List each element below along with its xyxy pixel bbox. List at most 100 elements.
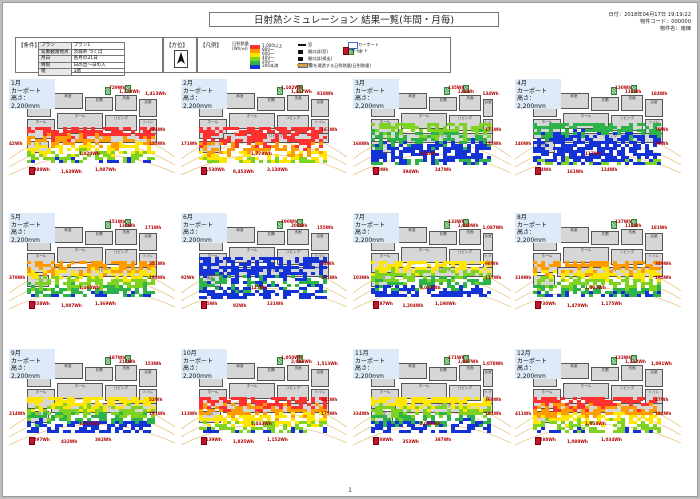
heat-value-label: 368Wh xyxy=(485,397,502,402)
condition-key: 階 xyxy=(38,68,72,76)
month-label: 12月 xyxy=(517,350,531,357)
heat-cell xyxy=(135,157,139,160)
heat-cell xyxy=(323,296,327,299)
month-panel: 洋室和室玄関洗面浴室ホールホールリビングトイレ納戸リビング11月カーポート高さ：… xyxy=(353,349,511,454)
month-carport: カーポート xyxy=(11,357,42,365)
heat-map xyxy=(371,123,493,165)
heat-value-label: 432Wh xyxy=(61,439,78,444)
heat-cell xyxy=(657,267,661,270)
month-label-box: 12月 カーポート 高さ：2,200mm xyxy=(515,349,561,380)
heat-cell xyxy=(51,160,55,163)
month-height: 高さ：2,200mm xyxy=(11,229,40,244)
heat-cell xyxy=(537,162,541,165)
heat-cell xyxy=(471,261,475,264)
heat-value-label: 1,034Wh xyxy=(601,437,622,442)
heat-value-label: 1,033Wh xyxy=(79,421,100,426)
heat-cell xyxy=(115,430,119,433)
heat-cell xyxy=(471,273,475,276)
room: 和室 xyxy=(397,227,427,243)
conditions-box: 【条件】 プラン プラン1 気象観測地点 茨城県 つくば 月日 各月の21日 時刻 日の出〜日… xyxy=(15,37,163,76)
heat-cell xyxy=(415,412,419,415)
room: 洗面 xyxy=(621,229,643,245)
heat-cell xyxy=(483,294,487,297)
month-carport: カーポート xyxy=(183,87,214,95)
heat-cell xyxy=(275,293,279,296)
heat-cell xyxy=(541,279,545,282)
heat-value-label: 165Wh xyxy=(655,275,672,280)
heat-cell xyxy=(613,406,617,409)
room: 玄関 xyxy=(257,367,285,381)
heat-cell xyxy=(151,151,155,154)
heat-value-label: 117Wh xyxy=(585,151,602,156)
heat-value-label: 1,087Wh xyxy=(482,225,504,230)
month-height: 高さ：2,200mm xyxy=(183,95,212,110)
heat-cell xyxy=(431,430,435,433)
heat-value-label: 130Wh xyxy=(615,85,632,90)
month-height: 高さ：2,200mm xyxy=(355,95,384,110)
heat-cell xyxy=(91,430,95,433)
heat-cell xyxy=(139,154,143,157)
room: 洗面 xyxy=(621,95,643,111)
heat-value-label: 214Wh xyxy=(9,411,26,416)
heat-value-label: 52Wh xyxy=(149,397,163,402)
room: 和室 xyxy=(225,227,255,243)
heat-cell xyxy=(637,294,641,297)
room: 浴室 xyxy=(311,99,329,117)
point-marker-icon xyxy=(29,301,35,309)
heat-cell xyxy=(235,145,239,148)
heat-cell xyxy=(589,147,593,150)
heat-value-label: 3,130Wh xyxy=(267,167,288,172)
room: 玄関 xyxy=(257,231,285,245)
room: 浴室 xyxy=(645,99,663,117)
heat-cell xyxy=(387,430,391,433)
room: 和室 xyxy=(559,363,589,379)
heat-cell xyxy=(103,294,107,297)
month-carport: カーポート xyxy=(11,221,42,229)
heat-cell xyxy=(43,139,47,142)
heat-value-label: 1,033Wh xyxy=(419,285,441,290)
heat-cell xyxy=(443,270,447,273)
heat-cell xyxy=(657,294,661,297)
color-scale xyxy=(250,45,260,69)
room: 洗面 xyxy=(115,229,137,245)
month-carport: カーポート xyxy=(183,221,214,229)
heat-cell xyxy=(123,151,127,154)
heat-value-label: 184Wh xyxy=(651,91,668,96)
heat-cell xyxy=(561,397,565,400)
heat-cell xyxy=(423,159,427,162)
heat-map xyxy=(27,397,157,435)
heat-cell xyxy=(379,162,383,165)
compass-label: 【方位】 xyxy=(166,43,189,49)
heat-cell xyxy=(103,273,107,276)
heat-value-label: 382Wh xyxy=(95,437,112,442)
month-carport: カーポート xyxy=(11,87,42,95)
heat-value-label: 171Wh xyxy=(448,355,465,360)
month-carport: カーポート xyxy=(355,87,386,95)
heat-value-label: 103Wh xyxy=(353,275,370,280)
month-label-box: 11月 カーポート 高さ：2,200mm xyxy=(353,349,399,380)
heat-cell xyxy=(557,430,561,433)
heat-cell xyxy=(447,150,451,153)
heat-cell xyxy=(487,291,491,294)
heat-cell xyxy=(151,421,155,424)
heat-cell xyxy=(459,421,463,424)
month-carport: カーポート xyxy=(517,357,548,365)
heat-value-label: 171Wh xyxy=(181,141,198,146)
room: 洗面 xyxy=(115,365,137,381)
month-height: 高さ：2,200mm xyxy=(183,365,212,380)
heat-cell xyxy=(127,133,131,136)
heat-cell xyxy=(223,142,227,145)
heat-cell xyxy=(283,415,287,418)
point-marker-icon xyxy=(29,437,35,445)
heat-cell xyxy=(55,430,59,433)
point-marker-icon xyxy=(535,301,541,309)
heat-cell xyxy=(371,430,375,433)
heat-cell xyxy=(435,162,439,165)
heat-cell xyxy=(235,281,239,284)
point-marker-icon xyxy=(373,437,379,445)
heat-value-label: 190Wh xyxy=(281,219,298,224)
heat-value-label: 124Wh xyxy=(601,167,618,172)
heat-cell xyxy=(79,160,83,163)
heat-value-label: 113Wh xyxy=(181,411,198,416)
heat-cell xyxy=(537,430,541,433)
